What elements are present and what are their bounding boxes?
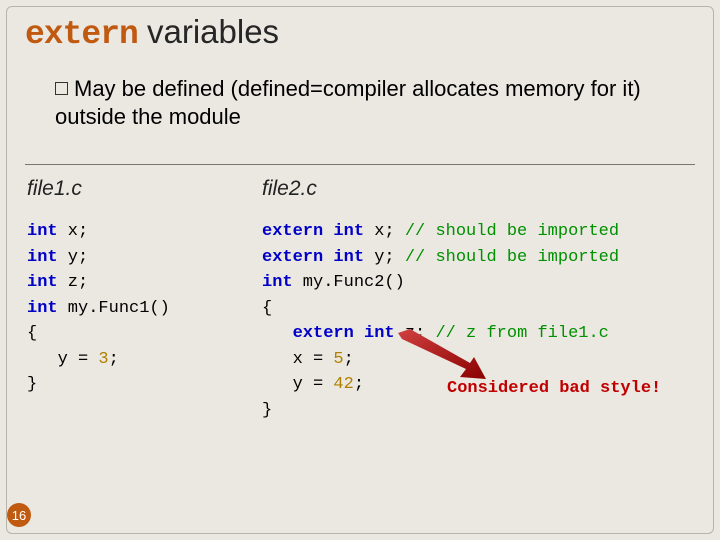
bullet-square-icon — [55, 82, 68, 95]
bad-style-label: Considered bad style! — [447, 379, 661, 398]
bullet-text: May be defined (defined=compiler allocat… — [55, 75, 695, 130]
bullet-line1: May be defined (defined=compiler allocat… — [74, 76, 641, 101]
file1-code: int x; int y; int z; int my.Func1() { y … — [27, 219, 252, 398]
file2-column: file2.c extern int x; // should be impor… — [262, 173, 693, 423]
file2-name: file2.c — [262, 177, 693, 201]
page-number-badge: 16 — [7, 503, 31, 527]
divider — [25, 164, 695, 165]
title-keyword: extern — [25, 16, 138, 53]
file1-name: file1.c — [27, 177, 252, 201]
file1-column: file1.c int x; int y; int z; int my.Func… — [27, 173, 252, 423]
page-number: 16 — [12, 508, 26, 523]
files-row: file1.c int x; int y; int z; int my.Func… — [25, 173, 695, 423]
bullet-line2: outside the module — [55, 104, 241, 129]
title-rest: variables — [138, 13, 279, 50]
slide-frame: extern variables May be defined (defined… — [6, 6, 714, 534]
slide-title: extern variables — [25, 13, 695, 53]
